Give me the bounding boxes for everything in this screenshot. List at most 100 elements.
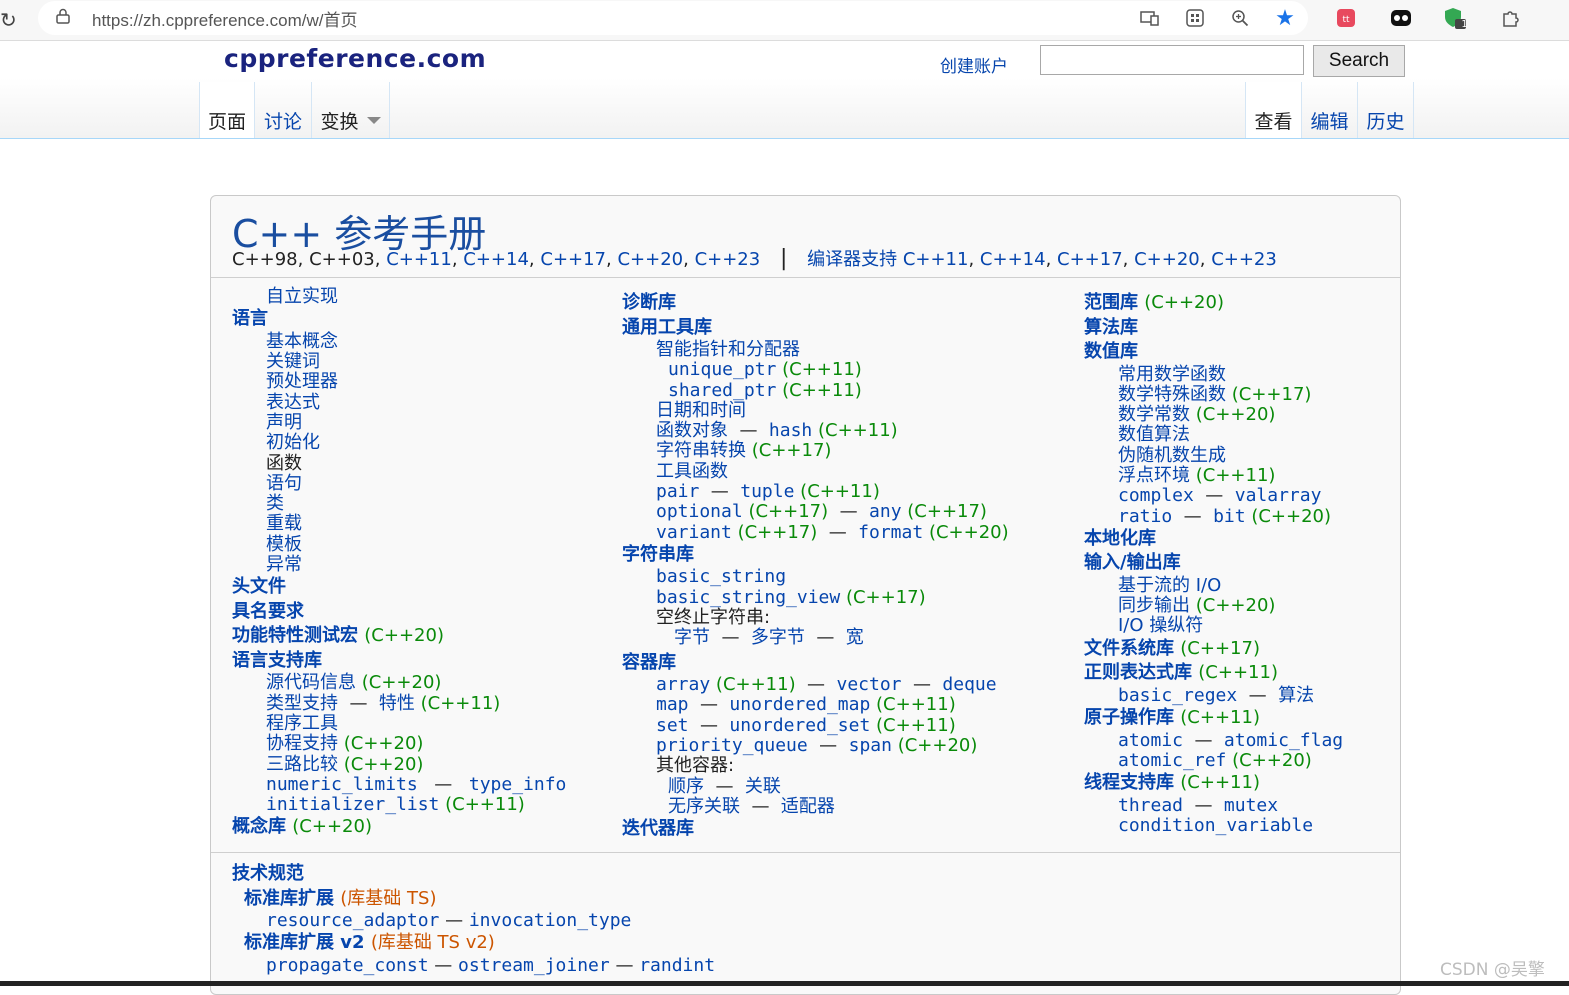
link-containers[interactable]: 容器库 xyxy=(622,652,676,673)
link-keywords[interactable]: 关键词 xyxy=(266,351,320,372)
link-overloading[interactable]: 重载 xyxy=(266,513,302,534)
link-deque[interactable]: deque xyxy=(942,674,996,695)
link-complex[interactable]: complex xyxy=(1118,485,1194,506)
link-basic-regex[interactable]: basic_regex xyxy=(1118,685,1237,706)
link-program-utilities[interactable]: 程序工具 xyxy=(266,713,338,734)
std-link-cpp14[interactable]: C++14 xyxy=(463,249,529,270)
link-strings[interactable]: 字符串库 xyxy=(622,544,694,565)
link-any[interactable]: any xyxy=(869,501,902,522)
link-ranges[interactable]: 范围库 xyxy=(1084,292,1138,313)
link-diagnostics[interactable]: 诊断库 xyxy=(622,292,676,313)
link-fenv[interactable]: 浮点环境 xyxy=(1118,465,1190,486)
link-localization[interactable]: 本地化库 xyxy=(1084,528,1156,549)
link-io[interactable]: 输入/输出库 xyxy=(1084,552,1181,573)
link-valarray[interactable]: valarray xyxy=(1235,485,1322,506)
link-functions[interactable]: 函数 xyxy=(266,453,302,474)
link-shared-ptr[interactable]: shared_ptr xyxy=(668,380,776,401)
std-link-cpp11[interactable]: C++11 xyxy=(386,249,452,270)
link-basic-string[interactable]: basic_string xyxy=(656,566,786,587)
link-sequence-containers[interactable]: 顺序 xyxy=(668,776,704,797)
link-atomic-flag[interactable]: atomic_flag xyxy=(1224,730,1343,751)
compiler-link-cpp17[interactable]: C++17 xyxy=(1057,249,1123,270)
link-smart-pointers[interactable]: 智能指针和分配器 xyxy=(656,339,800,360)
tab-variants[interactable]: 变换 xyxy=(311,82,390,138)
link-format[interactable]: format xyxy=(858,522,923,543)
link-basic-concepts[interactable]: 基本概念 xyxy=(266,331,338,352)
link-array[interactable]: array xyxy=(656,674,710,695)
link-templates[interactable]: 模板 xyxy=(266,534,302,555)
link-string-conversions[interactable]: 字符串转换 xyxy=(656,440,746,461)
tab-history[interactable]: 历史 xyxy=(1357,82,1414,138)
link-three-way-comparison[interactable]: 三路比较 xyxy=(266,754,338,775)
link-basic-string-view[interactable]: basic_string_view xyxy=(656,587,840,608)
link-date-time[interactable]: 日期和时间 xyxy=(656,400,746,421)
link-bit[interactable]: bit xyxy=(1213,506,1246,527)
compiler-support-link[interactable]: 编译器支持 xyxy=(807,249,897,270)
link-freestanding[interactable]: 自立实现 xyxy=(266,286,338,307)
search-button[interactable]: Search xyxy=(1313,45,1405,77)
compiler-link-cpp14[interactable]: C++14 xyxy=(980,249,1046,270)
link-atomic[interactable]: atomic xyxy=(1118,730,1183,751)
link-initializer-list[interactable]: initializer_list xyxy=(266,794,439,815)
link-ostream-joiner[interactable]: ostream_joiner xyxy=(458,955,610,976)
link-source-location[interactable]: 源代码信息 xyxy=(266,672,356,693)
link-utilities[interactable]: 通用工具库 xyxy=(622,317,712,338)
link-stream-io[interactable]: 基于流的 I/O xyxy=(1118,575,1221,596)
link-random[interactable]: 伪随机数生成 xyxy=(1118,445,1226,466)
link-numeric-limits[interactable]: numeric_limits xyxy=(266,774,418,795)
link-preprocessor[interactable]: 预处理器 xyxy=(266,371,338,392)
link-headers[interactable]: 头文件 xyxy=(232,576,286,597)
link-library-extensions[interactable]: 标准库扩展 xyxy=(244,888,334,909)
link-wide-strings[interactable]: 宽 xyxy=(846,627,864,648)
link-iterators[interactable]: 迭代器库 xyxy=(622,818,694,839)
search-input[interactable] xyxy=(1040,45,1304,75)
link-variant[interactable]: variant xyxy=(656,522,732,543)
std-link-cpp23[interactable]: C++23 xyxy=(695,249,761,270)
compiler-link-cpp11[interactable]: C++11 xyxy=(903,249,969,270)
link-type-support[interactable]: 类型支持 xyxy=(266,693,338,714)
bookmark-star-icon[interactable]: ★ xyxy=(1273,6,1297,31)
link-thread[interactable]: thread xyxy=(1118,795,1183,816)
std-link-cpp20[interactable]: C++20 xyxy=(617,249,683,270)
create-account-link[interactable]: 创建账户 xyxy=(940,52,1008,77)
link-utility-functions[interactable]: 工具函数 xyxy=(656,461,728,482)
link-propagate-const[interactable]: propagate_const xyxy=(266,955,429,976)
link-hash[interactable]: hash xyxy=(769,420,812,441)
link-sync-output[interactable]: 同步输出 xyxy=(1118,595,1190,616)
link-multibyte-strings[interactable]: 多字节 xyxy=(751,627,805,648)
site-logo[interactable]: cppreference.com xyxy=(224,44,486,73)
link-tuple[interactable]: tuple xyxy=(740,481,794,502)
link-numerics[interactable]: 数值库 xyxy=(1084,341,1138,362)
link-language-support[interactable]: 语言支持库 xyxy=(232,650,322,671)
link-function-objects[interactable]: 函数对象 xyxy=(656,420,728,441)
reload-icon[interactable]: ↻ xyxy=(0,8,17,32)
link-randint[interactable]: randint xyxy=(639,955,715,976)
link-unordered-set[interactable]: unordered_set xyxy=(729,715,870,736)
link-filesystem[interactable]: 文件系统库 xyxy=(1084,638,1174,659)
link-library-extensions-v2[interactable]: 标准库扩展 v2 xyxy=(244,932,365,953)
link-special-math[interactable]: 数学特殊函数 xyxy=(1118,384,1226,405)
extension-red-icon[interactable]: tt xyxy=(1334,6,1358,30)
link-algorithms[interactable]: 算法库 xyxy=(1084,317,1138,338)
link-resource-adaptor[interactable]: resource_adaptor xyxy=(266,910,439,931)
link-io-manipulators[interactable]: I/O 操纵符 xyxy=(1118,615,1203,636)
link-regex-algorithms[interactable]: 算法 xyxy=(1278,685,1314,706)
url-text[interactable]: https://zh.cppreference.com/w/首页 xyxy=(92,6,358,31)
link-pair[interactable]: pair xyxy=(656,481,699,502)
link-thread-support[interactable]: 线程支持库 xyxy=(1084,772,1174,793)
link-set[interactable]: set xyxy=(656,715,689,736)
extension-mask-icon[interactable] xyxy=(1389,6,1413,30)
link-byte-strings[interactable]: 字节 xyxy=(674,627,710,648)
link-expressions[interactable]: 表达式 xyxy=(266,392,320,413)
link-ratio[interactable]: ratio xyxy=(1118,506,1172,527)
tab-discussion[interactable]: 讨论 xyxy=(254,82,311,138)
link-traits[interactable]: 特性 xyxy=(379,693,415,714)
link-exceptions[interactable]: 异常 xyxy=(266,554,302,575)
link-priority-queue[interactable]: priority_queue xyxy=(656,735,808,756)
link-technical-specifications[interactable]: 技术规范 xyxy=(232,863,304,884)
zoom-icon[interactable] xyxy=(1228,6,1252,30)
link-unordered-map[interactable]: unordered_map xyxy=(729,694,870,715)
link-type-info[interactable]: type_info xyxy=(469,774,567,795)
link-coroutine[interactable]: 协程支持 xyxy=(266,733,338,754)
link-mutex[interactable]: mutex xyxy=(1224,795,1278,816)
